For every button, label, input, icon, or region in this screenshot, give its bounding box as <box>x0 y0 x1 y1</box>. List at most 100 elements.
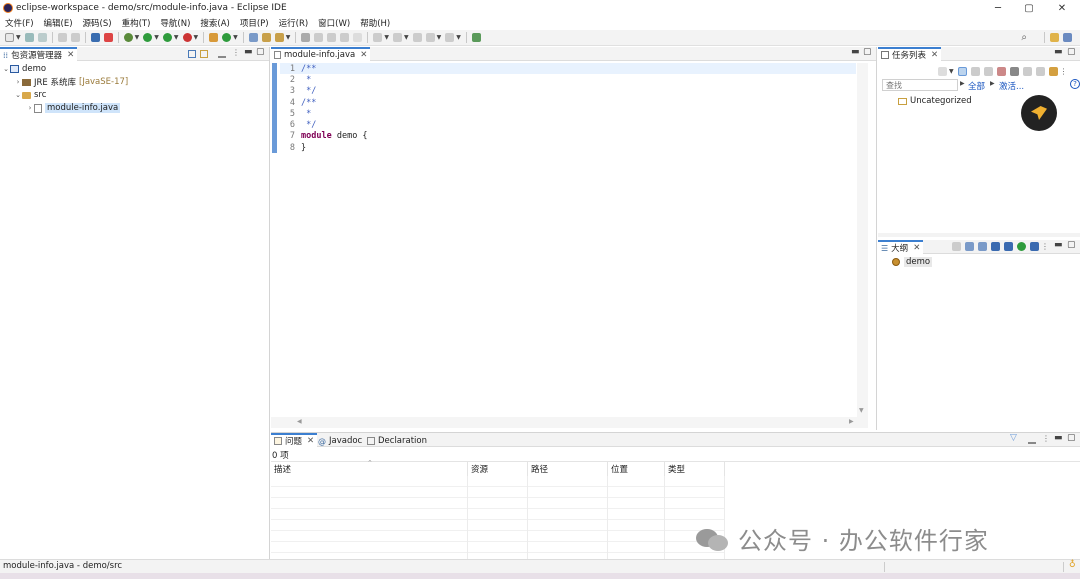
maximize-view-icon[interactable]: ▢ <box>256 47 265 57</box>
menu-help[interactable]: 帮助(H) <box>355 17 395 29</box>
search-tool-icon[interactable] <box>274 33 284 42</box>
toggle-mark-occurrences-icon[interactable] <box>301 33 311 42</box>
new-task-dropdown-icon[interactable]: ▼ <box>949 68 954 75</box>
paragraph-icon[interactable] <box>353 33 363 42</box>
code-line[interactable]: 4 /** <box>279 97 316 108</box>
tree-item-jre[interactable]: › JRE 系统库 [JavaSE-17] <box>14 76 129 88</box>
menu-refactor[interactable]: 重构(T) <box>117 17 156 29</box>
column-type[interactable]: 类型 <box>665 462 725 476</box>
java-perspective-icon[interactable] <box>1063 33 1072 42</box>
hide-completed-icon[interactable] <box>996 66 1006 76</box>
new-icon[interactable] <box>5 33 14 42</box>
minimize-view-icon[interactable]: ▬ <box>1054 47 1063 57</box>
maximize-view-icon[interactable]: ▢ <box>863 47 872 57</box>
link-icon[interactable] <box>1035 66 1045 76</box>
tab-package-explorer[interactable]: ⁞⁞ 包资源管理器 ✕ <box>0 47 78 61</box>
close-icon[interactable]: ✕ <box>307 436 314 446</box>
column-location[interactable]: 位置 <box>608 462 665 476</box>
task-search-input[interactable] <box>882 79 958 91</box>
tab-problems[interactable]: 问题 ✕ <box>271 433 318 447</box>
toggle-word-wrap-icon[interactable] <box>314 33 324 42</box>
open-type-icon[interactable] <box>248 33 258 42</box>
tree-item-src[interactable]: ⌄ src <box>14 89 46 101</box>
search-icon[interactable]: ⌕ <box>1021 32 1027 43</box>
chevron-down-icon[interactable]: ⌄ <box>14 91 22 99</box>
vertical-scrollbar[interactable]: ▼ <box>857 63 868 417</box>
debug-dropdown-icon[interactable]: ▼ <box>135 34 140 41</box>
new-class-dropdown-icon[interactable]: ▼ <box>233 34 238 41</box>
open-task-icon[interactable] <box>261 33 271 42</box>
chevron-down-icon[interactable]: ⌄ <box>2 65 10 73</box>
save-icon[interactable] <box>24 33 34 42</box>
minimize-view-icon[interactable]: ▬ <box>1054 433 1063 443</box>
next-annotation-dropdown-icon[interactable]: ▼ <box>384 34 389 41</box>
coverage-icon[interactable] <box>162 33 172 42</box>
code-line[interactable]: 7 module demo { <box>279 131 368 142</box>
tab-javadoc[interactable]: @ Javadoc <box>315 433 365 447</box>
scroll-right-icon[interactable]: ▶ <box>849 418 854 425</box>
collapse-tasks-icon[interactable] <box>1009 66 1019 76</box>
menu-search[interactable]: 搜索(A) <box>195 17 234 29</box>
terminal-icon[interactable] <box>90 33 100 42</box>
chevron-right-icon[interactable]: › <box>26 104 34 112</box>
minimize-view-icon[interactable]: ▬ <box>1054 240 1063 250</box>
menu-project[interactable]: 项目(P) <box>235 17 274 29</box>
tip-bulb-icon[interactable]: ♁ <box>1069 560 1076 570</box>
next-annotation-icon[interactable] <box>373 33 383 42</box>
last-edit-icon[interactable] <box>412 33 422 42</box>
close-icon[interactable]: ✕ <box>931 50 938 60</box>
task-category-uncategorized[interactable]: Uncategorized <box>898 95 972 107</box>
tree-item-module-info[interactable]: › module-info.java <box>26 102 121 114</box>
categorized-icon[interactable] <box>957 66 967 76</box>
maximize-button[interactable]: ▢ <box>1011 0 1047 16</box>
sort-icon[interactable] <box>952 242 961 251</box>
undo-icon[interactable] <box>57 33 67 42</box>
forward-dropdown-icon[interactable]: ▼ <box>456 34 461 41</box>
view-menu-icon[interactable]: ⋮ <box>1041 242 1049 251</box>
search-dropdown-icon[interactable]: ▶ <box>960 80 965 87</box>
save-all-icon[interactable] <box>37 33 47 42</box>
tab-task-list[interactable]: 任务列表 ✕ <box>878 47 942 61</box>
tab-module-info-java[interactable]: module-info.java ✕ <box>271 47 371 61</box>
prev-annotation-icon[interactable] <box>393 33 402 42</box>
view-menu-icon[interactable]: ⋮ <box>1042 434 1050 443</box>
code-area[interactable]: 1/** 2 * 3 */4/** 5 * 6 */7 module demo {8} <box>279 63 849 163</box>
menu-run[interactable]: 运行(R) <box>274 17 314 29</box>
horizontal-scrollbar[interactable]: ◀ ▶ <box>271 417 868 428</box>
show-whitespace-icon[interactable] <box>340 33 350 42</box>
hide-static-icon[interactable] <box>991 242 1000 251</box>
activate-link[interactable]: 激活... <box>999 80 1024 92</box>
code-line[interactable]: 8} <box>279 142 306 153</box>
forward-icon[interactable] <box>445 33 455 42</box>
hide-nonpublic-icon[interactable] <box>1004 242 1013 251</box>
maximize-view-icon[interactable]: ▢ <box>1067 47 1076 57</box>
block-selection-icon[interactable] <box>327 33 337 42</box>
close-button[interactable]: ✕ <box>1044 0 1080 16</box>
outline-item-demo[interactable]: demo <box>892 256 933 268</box>
hide-fields-icon[interactable] <box>978 242 987 251</box>
floating-assistant-icon[interactable] <box>1021 95 1057 131</box>
close-icon[interactable]: ✕ <box>360 50 367 60</box>
menu-source[interactable]: 源码(S) <box>78 17 117 29</box>
focus-icon[interactable] <box>983 66 993 76</box>
collapse-all-icon[interactable] <box>965 242 974 251</box>
filter-icon[interactable] <box>218 50 226 58</box>
skip-breakpoints-icon[interactable] <box>103 33 113 42</box>
maximize-view-icon[interactable]: ▢ <box>1067 240 1076 250</box>
open-perspective-icon[interactable] <box>1050 33 1059 42</box>
menu-navigate[interactable]: 导航(N) <box>155 17 195 29</box>
redo-icon[interactable] <box>70 33 80 42</box>
repository-icon[interactable] <box>1048 66 1058 76</box>
collapse-all-icon[interactable] <box>188 50 196 58</box>
run-icon[interactable] <box>143 33 153 42</box>
search-tool-dropdown-icon[interactable]: ▼ <box>286 34 291 41</box>
tab-declaration[interactable]: Declaration <box>364 433 430 447</box>
scheduled-icon[interactable] <box>970 66 980 76</box>
new-java-project-icon[interactable] <box>209 33 219 42</box>
code-line[interactable]: 3 */ <box>279 86 316 97</box>
view-menu-icon[interactable]: ⋮ <box>232 48 240 57</box>
debug-icon[interactable] <box>123 33 133 42</box>
column-description[interactable]: 描述 ⌃ <box>271 459 468 476</box>
menu-window[interactable]: 窗口(W) <box>313 17 355 29</box>
external-tools-dropdown-icon[interactable]: ▼ <box>194 34 199 41</box>
